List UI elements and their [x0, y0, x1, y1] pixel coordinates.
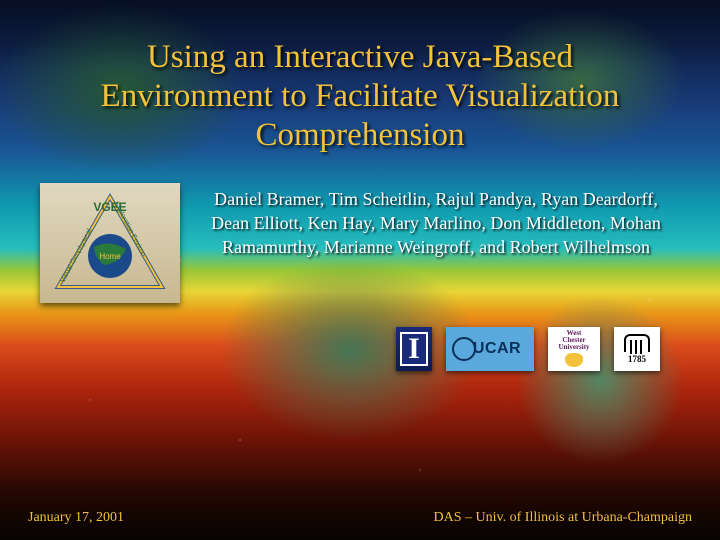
footer: January 17, 2001 DAS – Univ. of Illinois… — [0, 510, 720, 526]
west-chester-logo: West Chester University — [548, 327, 600, 371]
footer-affiliation: DAS – Univ. of Illinois at Urbana-Champa… — [434, 510, 692, 526]
uga-arch-icon — [624, 334, 650, 352]
ucar-logo: UCAR — [446, 327, 534, 371]
uga-year: 1785 — [628, 354, 646, 364]
slide-title: Using an Interactive Java-Based Environm… — [60, 38, 660, 155]
illinois-logo: I — [396, 327, 432, 371]
uga-logo: 1785 — [614, 327, 660, 371]
footer-date: January 17, 2001 — [28, 510, 124, 526]
slide: Using an Interactive Java-Based Environm… — [0, 0, 720, 540]
logo-row: I UCAR West Chester University 1785 — [50, 327, 660, 371]
vgee-logo: VGEE Home Visual Geophysical Exploration… — [40, 183, 180, 303]
ucar-label: UCAR — [473, 340, 521, 358]
illinois-letter: I — [400, 332, 428, 366]
author-list: Daniel Bramer, Tim Scheitlin, Rajul Pand… — [202, 183, 670, 260]
vgee-label-home: Home — [99, 252, 121, 261]
wcu-ram-icon — [565, 353, 583, 367]
content-row: VGEE Home Visual Geophysical Exploration… — [40, 183, 670, 303]
wcu-line3: University — [558, 344, 589, 351]
